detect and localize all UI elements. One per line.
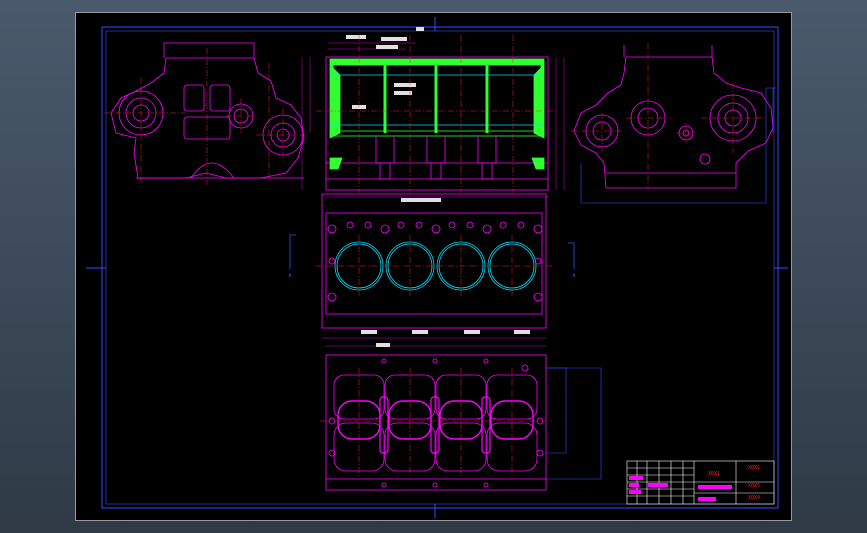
- title-top-code: X0X1: [748, 465, 760, 471]
- cad-drawing: A A X0X1 X0X5 X0X4 X0X1: [86, 17, 788, 518]
- title-drawing-no: X0X4: [748, 495, 760, 501]
- section-mark-left-label: A: [288, 273, 291, 279]
- title-scale-label: X0X5: [748, 483, 760, 489]
- outer-frame: [101, 26, 779, 509]
- bottom-view-dims: [546, 367, 602, 480]
- section-marker-right: [568, 242, 575, 269]
- drawing-sheet: A A X0X1 X0X5 X0X4 X0X1: [75, 12, 792, 521]
- section-mark-right-label: A: [572, 273, 575, 279]
- right-end-view-dims: [580, 87, 776, 204]
- section-marker-left: [289, 234, 296, 269]
- inner-frame: [105, 30, 775, 505]
- front-section-view: [301, 27, 565, 198]
- right-end-view-centerlines: [571, 43, 766, 188]
- title-sheet-code: X0X1: [708, 471, 720, 477]
- right-end-view: [573, 45, 774, 189]
- left-end-view: [110, 42, 305, 179]
